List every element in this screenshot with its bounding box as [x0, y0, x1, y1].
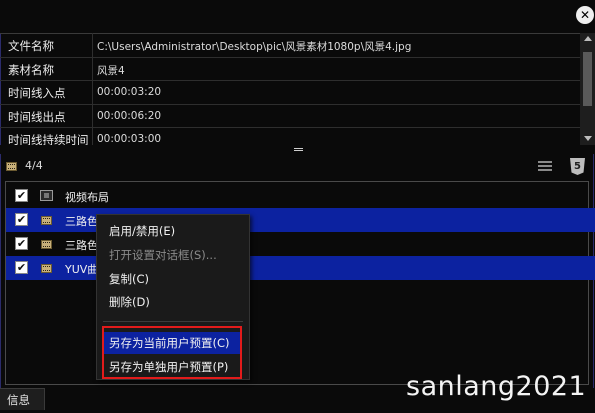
film-icon — [6, 162, 17, 171]
property-row: 素材名称 风景4 — [0, 58, 580, 81]
property-value: 00:00:06:20 — [97, 109, 162, 122]
property-label: 时间线持续时间 — [8, 133, 89, 146]
properties-scrollbar[interactable] — [580, 33, 595, 145]
menu-item-open-settings: 打开设置对话框(S)... — [109, 248, 217, 262]
column-divider — [92, 33, 93, 145]
tab-info[interactable]: 信息 — [0, 388, 45, 410]
list-item[interactable]: ✔ 视频布局 — [6, 184, 595, 208]
title-bar: ✕ — [0, 0, 595, 33]
layout-icon — [40, 190, 53, 201]
film-icon — [41, 264, 52, 273]
property-label: 文件名称 — [8, 39, 54, 53]
menu-item-save-separate-user-preset[interactable]: 另存为单独用户预置(P) — [109, 359, 228, 375]
splitter-grip-icon[interactable] — [294, 148, 303, 151]
menu-item-copy[interactable]: 复制(C) — [109, 271, 149, 287]
item-label: 视频布局 — [65, 191, 109, 204]
list-item[interactable]: ✔ 三路色彩 — [6, 208, 595, 232]
scroll-thumb[interactable] — [583, 52, 592, 106]
menu-item-enable-disable[interactable]: 启用/禁用(E) — [109, 223, 175, 239]
scroll-up-icon[interactable] — [584, 36, 592, 41]
checkbox[interactable]: ✔ — [15, 237, 28, 250]
menu-item-delete[interactable]: 删除(D) — [109, 294, 150, 310]
film-icon — [41, 240, 52, 249]
property-row: 文件名称 C:\Users\Administrator\Desktop\pic\… — [0, 34, 580, 58]
property-value: C:\Users\Administrator\Desktop\pic\风景素材1… — [97, 41, 412, 53]
film-icon — [41, 216, 52, 225]
list-item[interactable]: ✔ 三路色彩 — [6, 232, 595, 256]
panel-splitter[interactable] — [0, 145, 595, 154]
effects-toolbar: 4/4 5 — [0, 154, 595, 180]
effect-count: 4/4 — [25, 159, 43, 172]
list-icon[interactable] — [538, 161, 552, 172]
tab-info-label: 信息 — [7, 393, 30, 407]
checkbox[interactable]: ✔ — [15, 261, 28, 274]
property-label: 素材名称 — [8, 62, 54, 77]
property-row: 时间线出点 00:00:06:20 — [0, 105, 580, 128]
properties-grid: 文件名称 C:\Users\Administrator\Desktop\pic\… — [0, 33, 580, 146]
property-value: 00:00:03:20 — [97, 86, 162, 98]
checkbox[interactable]: ✔ — [15, 213, 28, 226]
menu-item-save-current-user-preset[interactable]: 另存为当前用户预置(C) — [109, 335, 230, 351]
property-label: 时间线出点 — [8, 109, 66, 124]
watermark-text: sanlang2021 — [406, 371, 587, 402]
property-value: 00:00:03:00 — [97, 133, 162, 145]
checkbox[interactable]: ✔ — [15, 189, 28, 202]
property-value: 风景4 — [97, 64, 125, 77]
html5-icon[interactable]: 5 — [570, 158, 585, 175]
close-icon[interactable]: ✕ — [576, 6, 594, 24]
property-row: 时间线入点 00:00:03:20 — [0, 81, 580, 105]
context-menu: 启用/禁用(E) 打开设置对话框(S)... 复制(C) 删除(D) 另存为当前… — [96, 214, 250, 380]
scroll-down-icon[interactable] — [584, 136, 592, 141]
property-label: 时间线入点 — [8, 86, 66, 100]
list-item[interactable]: ✔ YUV曲线 — [6, 256, 595, 280]
property-row: 时间线持续时间 00:00:03:00 — [0, 128, 580, 146]
menu-separator — [103, 321, 243, 322]
